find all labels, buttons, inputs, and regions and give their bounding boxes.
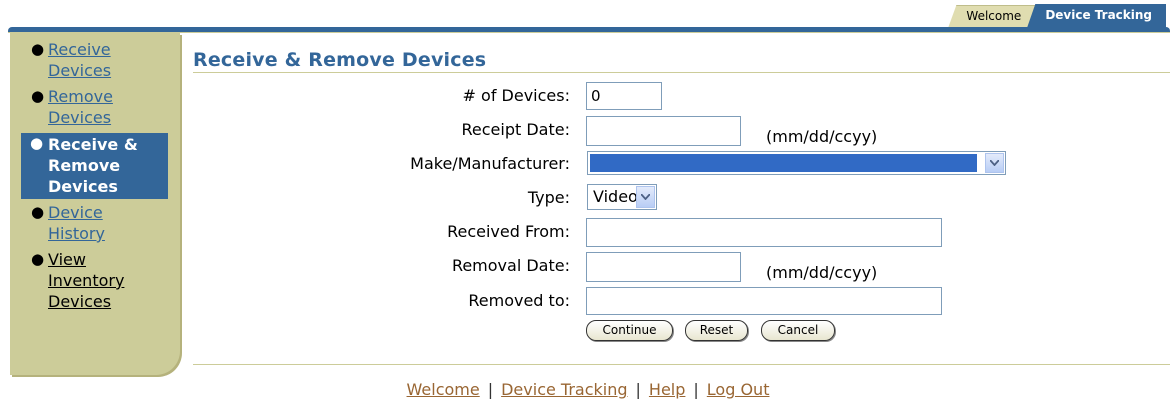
make-label: Make/Manufacturer: xyxy=(410,154,570,173)
received-from-input[interactable] xyxy=(586,218,942,247)
form-row-received-from: Received From: xyxy=(0,218,1176,247)
reset-button[interactable]: Reset xyxy=(685,320,748,341)
footer-link-welcome[interactable]: Welcome xyxy=(407,380,480,399)
sidebar-item-receive-devices: ● Receive Devices xyxy=(10,39,128,81)
removal-date-input[interactable] xyxy=(586,252,741,282)
bullet-icon: ● xyxy=(31,40,45,58)
tab-bar: Welcome Device Tracking xyxy=(948,3,1166,27)
receipt-date-format-hint: (mm/dd/ccyy) xyxy=(766,127,878,146)
form-row-num-devices: # of Devices: 0 xyxy=(0,82,1176,110)
type-label: Type: xyxy=(527,188,570,207)
tab-device-tracking[interactable]: Device Tracking xyxy=(1027,4,1166,27)
header-thin-rule xyxy=(8,32,1170,33)
type-select[interactable]: Video xyxy=(587,184,657,210)
tab-welcome[interactable]: Welcome xyxy=(948,5,1036,27)
receipt-date-input[interactable] xyxy=(586,116,741,146)
footer-link-device-tracking[interactable]: Device Tracking xyxy=(501,380,627,399)
footer-separator: | xyxy=(487,380,494,399)
chevron-down-icon[interactable] xyxy=(985,153,1004,173)
removal-date-label: Removal Date: xyxy=(451,256,570,275)
form-row-receipt-date: Receipt Date: (mm/dd/ccyy) xyxy=(0,116,1176,146)
removed-to-label: Removed to: xyxy=(468,291,570,310)
receipt-date-label: Receipt Date: xyxy=(461,120,570,139)
num-devices-input[interactable]: 0 xyxy=(586,82,662,110)
page-title: Receive & Remove Devices xyxy=(193,49,487,71)
make-select[interactable] xyxy=(587,151,1006,175)
footer-rule xyxy=(193,364,1170,365)
footer-links: Welcome | Device Tracking | Help | Log Out xyxy=(0,380,1176,399)
continue-button[interactable]: Continue xyxy=(586,320,673,341)
footer-link-help[interactable]: Help xyxy=(649,380,685,399)
title-rule xyxy=(193,72,1170,73)
sidebar-link-receive-devices[interactable]: Receive Devices xyxy=(48,39,128,81)
removed-to-input[interactable] xyxy=(586,287,942,315)
form-row-removal-date: Removal Date: (mm/dd/ccyy) xyxy=(0,252,1176,282)
footer-separator: | xyxy=(693,380,699,399)
cancel-button[interactable]: Cancel xyxy=(761,320,835,341)
type-selected-value: Video xyxy=(593,187,638,206)
footer-link-log-out[interactable]: Log Out xyxy=(707,380,770,399)
make-selected-value xyxy=(590,154,977,172)
chevron-down-icon[interactable] xyxy=(636,186,655,208)
num-devices-label: # of Devices: xyxy=(462,86,570,105)
footer-separator: | xyxy=(635,380,641,399)
received-from-label: Received From: xyxy=(447,222,570,241)
form-row-removed-to: Removed to: xyxy=(0,287,1176,315)
removal-date-format-hint: (mm/dd/ccyy) xyxy=(766,263,878,282)
